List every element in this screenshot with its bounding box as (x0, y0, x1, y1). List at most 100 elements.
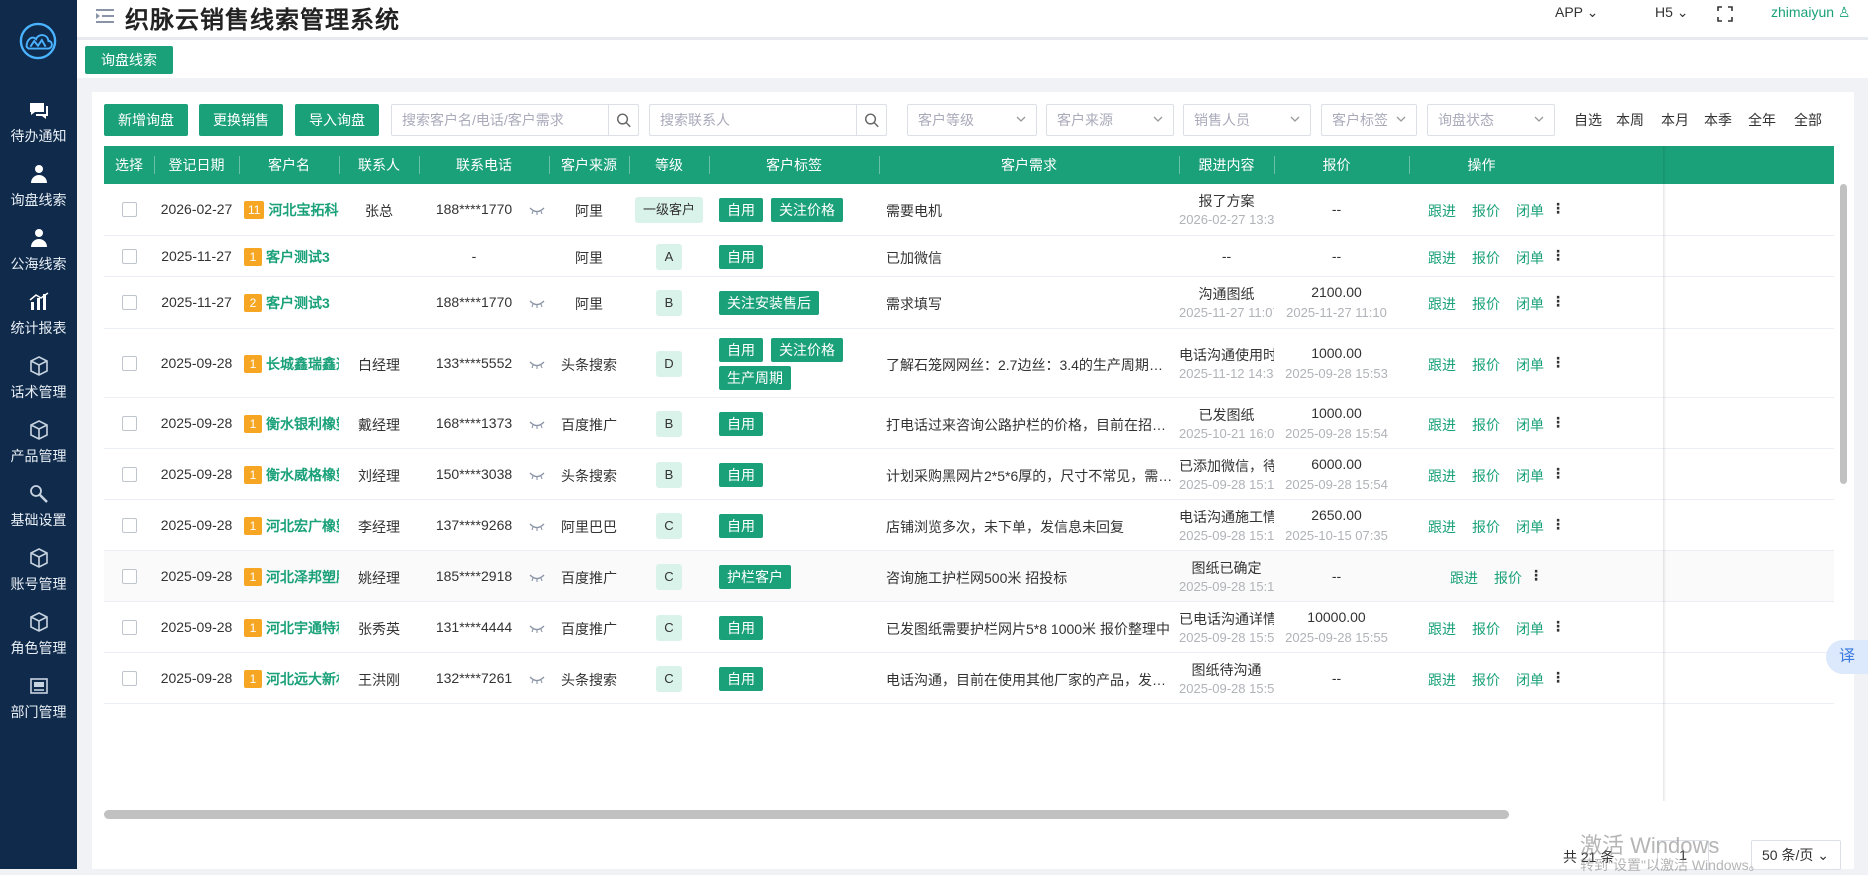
row-action-3[interactable]: 闭单 (1516, 670, 1544, 690)
row-checkbox[interactable] (122, 619, 137, 635)
column-header-8[interactable]: 客户标签 (709, 146, 879, 184)
eye-closed-icon[interactable] (529, 573, 545, 583)
eye-closed-icon[interactable] (529, 675, 545, 685)
eye-closed-icon[interactable] (529, 624, 545, 634)
row-action-3[interactable]: 闭单 (1516, 619, 1544, 639)
fullscreen-icon[interactable] (1717, 6, 1733, 22)
row-action-2[interactable]: 报价 (1472, 619, 1500, 639)
search-icon[interactable] (608, 105, 638, 135)
row-action-3[interactable]: 闭单 (1516, 294, 1544, 314)
row-checkbox[interactable] (122, 355, 137, 371)
horizontal-scrollbar[interactable] (104, 810, 1509, 819)
column-header-11[interactable]: 报价 (1274, 146, 1399, 184)
row-action-3[interactable]: 闭单 (1516, 466, 1544, 486)
column-header-7[interactable]: 等级 (629, 146, 709, 184)
h5-dropdown[interactable]: H5 ⌄ (1655, 4, 1689, 21)
quick-filter-1[interactable]: 自选 (1574, 110, 1602, 130)
row-action-2[interactable]: 报价 (1472, 294, 1500, 314)
row-action-2[interactable]: 报价 (1472, 355, 1500, 375)
eye-closed-icon[interactable] (529, 360, 545, 370)
row-action-1[interactable]: 跟进 (1428, 355, 1456, 375)
more-icon[interactable]: ⋮ (1551, 200, 1565, 217)
row-action-1[interactable]: 跟进 (1450, 568, 1478, 588)
table-row[interactable]: 2025-11-27 1 客户测试3 - 阿里 A 自用 已加微信 -- -- 跟进 报价 闭单 ⋮ (104, 236, 1834, 277)
sidebar-item-9[interactable]: 角色管理 (0, 610, 77, 670)
more-icon[interactable]: ⋮ (1551, 465, 1565, 482)
column-header-4[interactable]: 联系人 (339, 146, 419, 184)
sidebar-item-1[interactable]: 待办通知 (0, 98, 77, 158)
row-action-3[interactable]: 闭单 (1516, 201, 1544, 221)
more-icon[interactable]: ⋮ (1551, 247, 1565, 264)
row-action-1[interactable]: 跟进 (1428, 466, 1456, 486)
sidebar-item-3[interactable]: 公海线索 (0, 226, 77, 286)
row-action-1[interactable]: 跟进 (1428, 415, 1456, 435)
row-action-2[interactable]: 报价 (1494, 568, 1522, 588)
customer-name-link[interactable]: 1衡水威格橡塑 (244, 465, 339, 485)
table-row[interactable]: 2025-09-28 1河北远大新材 王洪刚 132****7261 头条搜索 C 自用 电话… (104, 653, 1834, 704)
customer-name-link[interactable]: 1衡水银利橡塑 (244, 414, 339, 434)
row-checkbox[interactable] (122, 670, 137, 686)
eye-closed-icon[interactable] (529, 522, 545, 532)
row-action-2[interactable]: 报价 (1472, 466, 1500, 486)
row-action-2[interactable]: 报价 (1472, 670, 1500, 690)
customer-name[interactable]: 河北宝拓科技 (268, 202, 339, 218)
customer-name-link[interactable]: 11河北宝拓科技 (244, 200, 339, 220)
eye-closed-icon[interactable] (529, 299, 545, 309)
row-action-3[interactable]: 闭单 (1516, 248, 1544, 268)
row-action-1[interactable]: 跟进 (1428, 670, 1456, 690)
tab-inquiry-leads[interactable]: 询盘线索 (85, 46, 173, 74)
customer-name[interactable]: 长城鑫瑞鑫通 (266, 356, 339, 372)
row-action-1[interactable]: 跟进 (1428, 619, 1456, 639)
cloud-logo-icon[interactable] (19, 22, 57, 60)
row-action-1[interactable]: 跟进 (1428, 294, 1456, 314)
more-icon[interactable]: ⋮ (1529, 567, 1543, 584)
sidebar-item-7[interactable]: 基础设置 (0, 482, 77, 542)
quick-filter-5[interactable]: 全年 (1748, 110, 1776, 130)
sidebar-item-8[interactable]: 账号管理 (0, 546, 77, 606)
customer-name[interactable]: 客户测试3 (266, 295, 330, 311)
menu-fold-icon[interactable] (93, 4, 117, 28)
customer-name-link[interactable]: 1河北远大新材 (244, 669, 339, 689)
eye-closed-icon[interactable] (529, 471, 545, 481)
table-row[interactable]: 2025-09-28 1河北宇通特种 张秀英 131****4444 百度推广 C 自用 已发… (104, 602, 1834, 653)
row-checkbox[interactable] (122, 248, 137, 264)
more-icon[interactable]: ⋮ (1551, 669, 1565, 686)
customer-name[interactable]: 河北宏广橡塑 (266, 518, 339, 534)
column-header-3[interactable]: 客户名 (239, 146, 339, 184)
row-action-3[interactable]: 闭单 (1516, 415, 1544, 435)
row-checkbox[interactable] (122, 295, 137, 310)
customer-name[interactable]: 河北泽邦塑胶 (266, 569, 339, 585)
table-row[interactable]: 2026-02-27 11河北宝拓科技 张总 188****1770 阿里 一级客户自用关… (104, 184, 1834, 236)
table-row[interactable]: 2025-09-28 1衡水威格橡塑 刘经理 150****3038 头条搜索 B 自用 计划… (104, 449, 1834, 500)
table-row[interactable]: 2025-09-28 1河北宏广橡塑 李经理 137****9268 阿里巴巴 C 自用 店铺… (104, 500, 1834, 551)
app-dropdown[interactable]: APP ⌄ (1555, 4, 1598, 21)
user-menu[interactable]: zhimaiyun ♙ (1771, 4, 1850, 21)
select-4[interactable]: 客户标签 (1321, 104, 1417, 136)
sidebar-item-6[interactable]: 产品管理 (0, 418, 77, 478)
row-checkbox[interactable] (122, 466, 137, 482)
search-customer-input[interactable]: 搜索客户名/电话/客户需求 (391, 104, 639, 136)
more-icon[interactable]: ⋮ (1551, 414, 1565, 431)
quick-filter-4[interactable]: 本季 (1704, 110, 1732, 130)
select-1[interactable]: 客户等级 (907, 104, 1037, 136)
row-action-1[interactable]: 跟进 (1428, 201, 1456, 221)
select-2[interactable]: 客户来源 (1046, 104, 1174, 136)
customer-name[interactable]: 河北宇通特种 (266, 620, 339, 636)
sidebar-item-2[interactable]: 询盘线索 (0, 162, 77, 222)
import-inquiry-button[interactable]: 导入询盘 (295, 104, 379, 136)
row-action-3[interactable]: 闭单 (1516, 355, 1544, 375)
search-contact-input[interactable]: 搜索联系人 (649, 104, 887, 136)
sidebar-item-10[interactable]: 部门管理 (0, 674, 77, 734)
row-action-1[interactable]: 跟进 (1428, 248, 1456, 268)
more-icon[interactable]: ⋮ (1551, 293, 1565, 310)
more-icon[interactable]: ⋮ (1551, 354, 1565, 371)
row-action-2[interactable]: 报价 (1472, 248, 1500, 268)
row-action-3[interactable]: 闭单 (1516, 517, 1544, 537)
translate-icon[interactable]: 译 (1826, 640, 1868, 674)
search-icon[interactable] (856, 105, 886, 135)
quick-filter-3[interactable]: 本月 (1661, 110, 1689, 130)
row-checkbox[interactable] (122, 568, 137, 584)
page-size-select[interactable]: 50 条/页 ⌄ (1751, 840, 1841, 870)
eye-closed-icon[interactable] (529, 420, 545, 430)
row-checkbox[interactable] (122, 517, 137, 533)
